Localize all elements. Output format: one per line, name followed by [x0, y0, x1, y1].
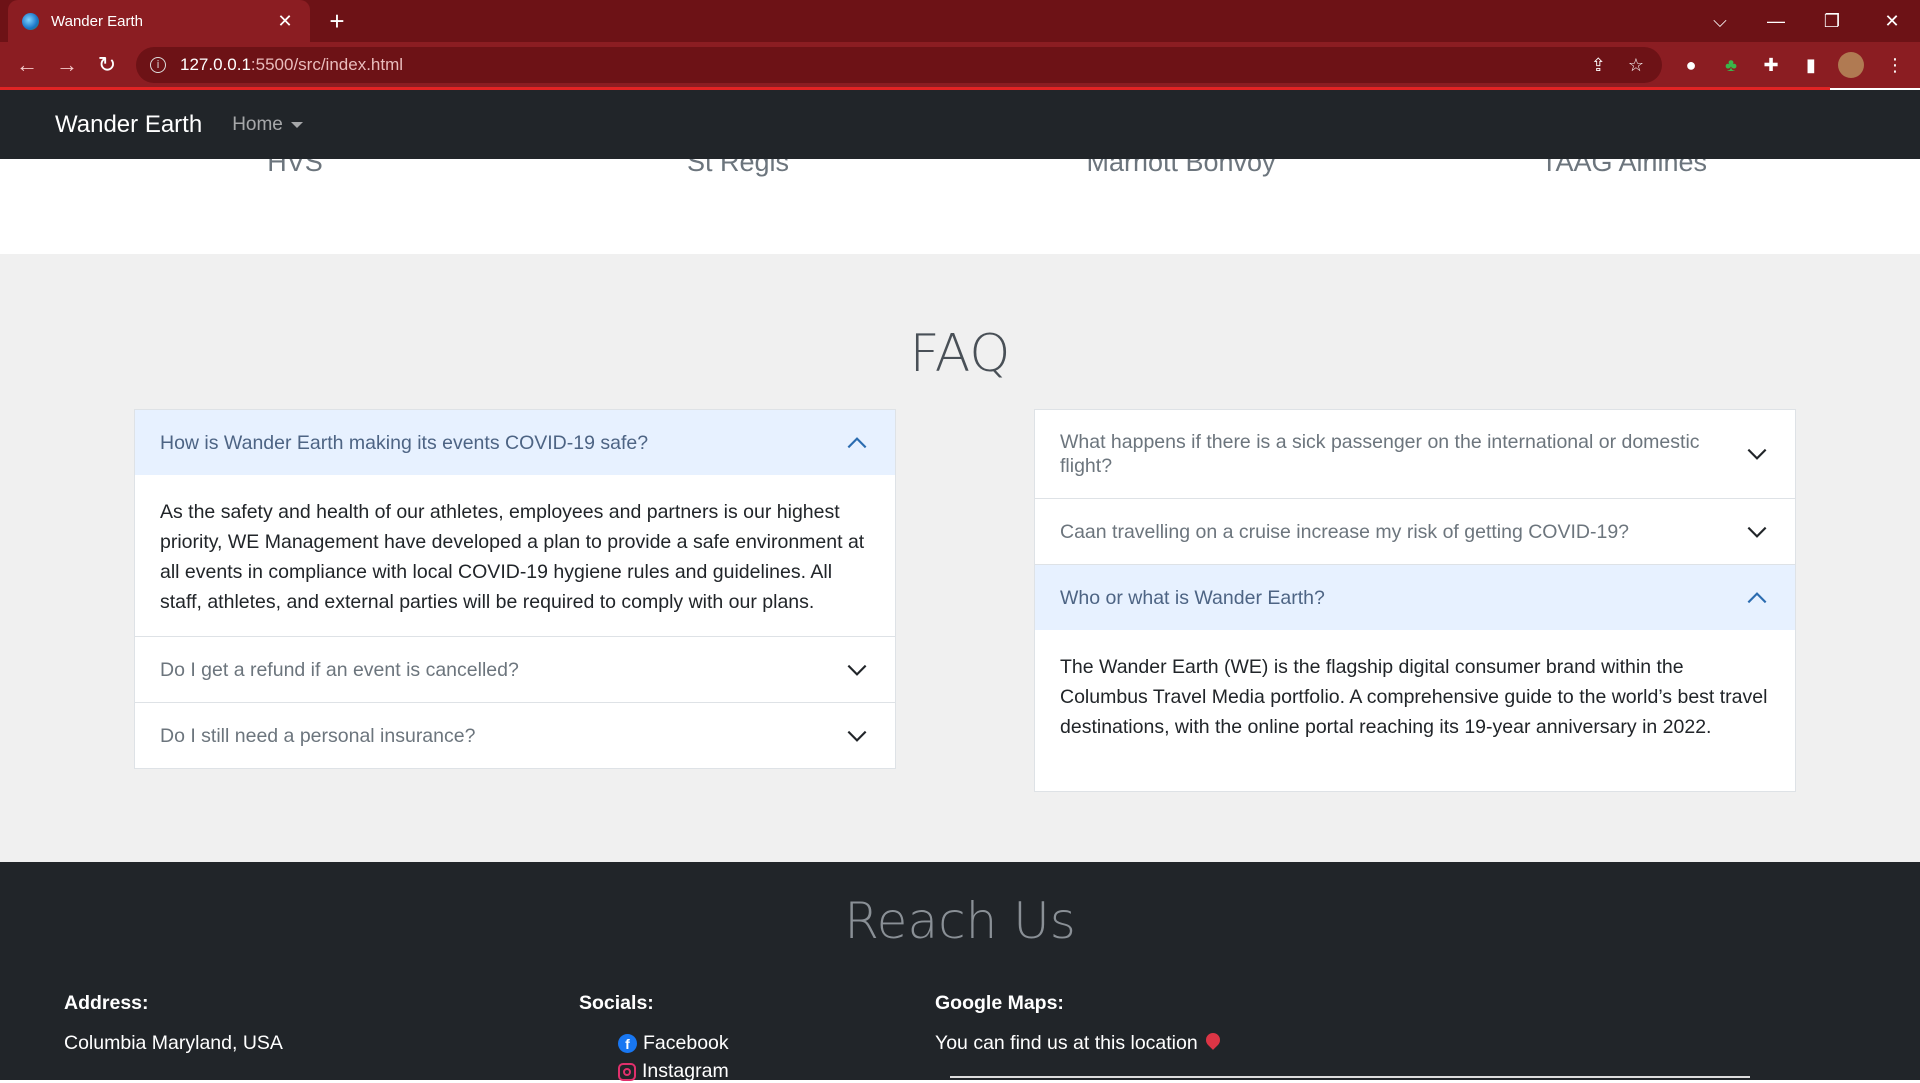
google-map-embed[interactable]	[950, 1076, 1750, 1082]
globe-favicon-icon	[22, 12, 39, 30]
browser-tabstrip: Wander Earth ✕ + ⌵ — ❐ ✕	[0, 0, 1920, 42]
accordion-item: Caan travelling on a cruise increase my …	[1035, 498, 1795, 564]
maps-heading: Google Maps:	[935, 992, 1064, 1014]
chevron-down-icon	[847, 664, 867, 676]
extension-grey-icon[interactable]: ●	[1676, 50, 1706, 80]
accordion-question: What happens if there is a sick passenge…	[1060, 431, 1700, 477]
close-window-icon[interactable]: ✕	[1864, 0, 1920, 42]
address-text: Columbia Maryland, USA	[64, 1032, 283, 1054]
accordion-question: Do I still need a personal insurance?	[160, 724, 476, 747]
accordion-question: How is Wander Earth making its events CO…	[160, 431, 649, 454]
faq-title: FAQ	[909, 324, 1011, 384]
partners-strip: HVS St Regis Marriott Bonvoy TAAG Airlin…	[0, 159, 1920, 254]
profile-avatar[interactable]	[1836, 50, 1866, 80]
close-tab-icon[interactable]: ✕	[274, 11, 296, 32]
accordion-item: What happens if there is a sick passenge…	[1035, 410, 1795, 498]
forward-icon[interactable]: →	[52, 50, 82, 80]
chevron-down-icon	[1747, 448, 1767, 460]
accordion-header-sick-passenger[interactable]: What happens if there is a sick passenge…	[1035, 410, 1795, 498]
new-tab-icon[interactable]: +	[322, 6, 352, 36]
tab-search-icon[interactable]: ⌵	[1692, 0, 1748, 42]
faq-accordion-left: How is Wander Earth making its events CO…	[134, 409, 896, 769]
facebook-icon: f	[618, 1034, 637, 1053]
chevron-down-icon	[1747, 526, 1767, 538]
browser-tab[interactable]: Wander Earth ✕	[8, 0, 310, 42]
partner-st-regis: St Regis	[686, 159, 790, 177]
chevron-down-icon	[847, 730, 867, 742]
accordion-header-who-is-we[interactable]: Who or what is Wander Earth?	[1035, 565, 1795, 630]
accordion-answer: As the safety and health of our athletes…	[160, 501, 865, 613]
nav-home-label: Home	[232, 113, 283, 135]
partner-marriott-bonvoy: Marriott Bonvoy	[1086, 159, 1276, 177]
footer-title: Reach Us	[844, 892, 1076, 950]
accordion-question: Do I get a refund if an event is cancell…	[160, 658, 519, 681]
tab-title: Wander Earth	[51, 12, 143, 30]
faq-section: FAQ How is Wander Earth making its event…	[0, 254, 1920, 862]
back-icon[interactable]: ←	[12, 50, 42, 80]
accordion-header-insurance[interactable]: Do I still need a personal insurance?	[135, 703, 895, 768]
url-host: 127.0.0.1	[180, 55, 251, 74]
maps-text: You can find us at this location	[935, 1030, 1223, 1055]
instagram-icon	[618, 1062, 636, 1081]
maps-label: You can find us at this location	[935, 1032, 1198, 1054]
side-panel-icon[interactable]: ▮	[1796, 50, 1826, 80]
socials-heading: Socials:	[579, 992, 654, 1014]
chevron-up-icon	[1747, 591, 1767, 603]
accordion-question: Caan travelling on a cruise increase my …	[1060, 520, 1630, 543]
address-heading: Address:	[64, 992, 149, 1014]
partner-taag-airlines: TAAG Airlines	[1540, 159, 1708, 177]
share-icon[interactable]: ⇪	[1591, 55, 1606, 76]
map-pin-icon	[1202, 1030, 1223, 1050]
address-bar[interactable]: i 127.0.0.1:5500/src/index.html ⇪ ☆	[136, 47, 1662, 83]
chevron-up-icon	[847, 436, 867, 448]
accordion-item: Do I get a refund if an event is cancell…	[135, 636, 895, 702]
accordion-item: How is Wander Earth making its events CO…	[135, 410, 895, 636]
url-path: :5500/src/index.html	[250, 55, 404, 74]
accordion-header-covid-safe[interactable]: How is Wander Earth making its events CO…	[135, 410, 895, 475]
facebook-label: Facebook	[643, 1032, 729, 1054]
minimize-icon[interactable]: —	[1748, 0, 1804, 42]
nav-home-dropdown[interactable]: Home	[232, 114, 303, 136]
faq-accordion-right: What happens if there is a sick passenge…	[1034, 409, 1796, 792]
bookmark-star-icon[interactable]: ☆	[1628, 55, 1644, 76]
extension-tree-icon[interactable]: ♣	[1716, 50, 1746, 80]
restore-icon[interactable]: ❐	[1804, 0, 1860, 42]
accordion-item: Do I still need a personal insurance?	[135, 702, 895, 768]
site-navbar: Wander Earth Home	[0, 90, 1920, 159]
accordion-header-cruise[interactable]: Caan travelling on a cruise increase my …	[1035, 499, 1795, 564]
navbar-brand[interactable]: Wander Earth	[55, 111, 202, 139]
accordion-header-refund[interactable]: Do I get a refund if an event is cancell…	[135, 637, 895, 702]
extensions-puzzle-icon[interactable]: ✚	[1756, 50, 1786, 80]
partner-hvs: HVS	[267, 159, 323, 177]
footer-reach-us: Reach Us Address: Columbia Maryland, USA…	[0, 862, 1920, 1082]
browser-menu-icon[interactable]: ⋮	[1880, 50, 1910, 80]
accordion-question: Who or what is Wander Earth?	[1060, 586, 1325, 609]
accordion-answer: The Wander Earth (WE) is the flagship di…	[1060, 656, 1768, 738]
site-info-icon[interactable]: i	[150, 57, 166, 73]
caret-down-icon	[290, 121, 303, 128]
reload-icon[interactable]: ↻	[92, 50, 122, 80]
facebook-link[interactable]: f Facebook	[618, 1032, 729, 1055]
accordion-item: Who or what is Wander Earth? The Wander …	[1035, 564, 1795, 791]
browser-toolbar: ← → ↻ i 127.0.0.1:5500/src/index.html ⇪ …	[0, 42, 1920, 88]
